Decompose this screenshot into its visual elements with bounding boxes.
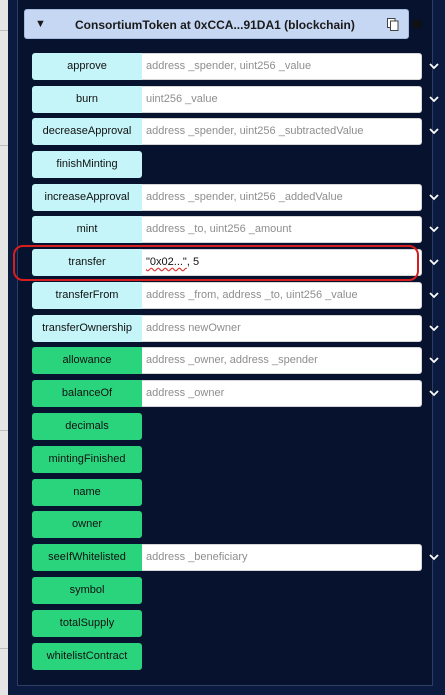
increaseApproval-args-input[interactable]: address _spender, uint256 _addedValue bbox=[142, 184, 422, 211]
mint-args-input[interactable]: address _to, uint256 _amount bbox=[142, 216, 422, 243]
chevron-down-icon[interactable] bbox=[427, 288, 441, 302]
function-row-increaseApproval: increaseApproval address _spender, uint25… bbox=[32, 184, 442, 211]
transferFrom-args-input[interactable]: address _from, address _to, uint256 _val… bbox=[142, 282, 422, 309]
balanceOf-args-input[interactable]: address _owner bbox=[142, 380, 422, 407]
collapse-caret-icon[interactable]: ▼ bbox=[35, 18, 46, 30]
function-row-symbol: symbol bbox=[32, 577, 442, 604]
function-row-name: name bbox=[32, 479, 442, 506]
seeIfWhitelisted-args-input[interactable]: address _beneficiary bbox=[142, 544, 422, 571]
allowance-button[interactable]: allowance bbox=[32, 347, 142, 374]
function-row-mint: mint address _to, uint256 _amount bbox=[32, 216, 442, 243]
totalSupply-button[interactable]: totalSupply bbox=[32, 610, 142, 637]
chevron-down-icon[interactable] bbox=[427, 124, 441, 138]
chevron-down-icon[interactable] bbox=[427, 386, 441, 400]
edge-line bbox=[0, 648, 8, 649]
decreaseApproval-button[interactable]: decreaseApproval bbox=[32, 118, 142, 145]
function-row-burn: burn uint256 _value bbox=[32, 86, 442, 113]
burn-args-input[interactable]: uint256 _value bbox=[142, 86, 422, 113]
increaseApproval-button[interactable]: increaseApproval bbox=[32, 184, 142, 211]
edge-line bbox=[0, 430, 8, 431]
decreaseApproval-args-input[interactable]: address _spender, uint256 _subtractedVal… bbox=[142, 118, 422, 145]
chevron-down-icon[interactable] bbox=[427, 59, 441, 73]
chevron-down-icon[interactable] bbox=[427, 190, 441, 204]
seeIfWhitelisted-button[interactable]: seeIfWhitelisted bbox=[32, 544, 142, 571]
chevron-down-icon[interactable] bbox=[427, 353, 441, 367]
transferOwnership-args-input[interactable]: address newOwner bbox=[142, 315, 422, 342]
symbol-button[interactable]: symbol bbox=[32, 577, 142, 604]
function-row-balanceOf: balanceOf address _owner bbox=[32, 380, 442, 407]
transferFrom-button[interactable]: transferFrom bbox=[32, 282, 142, 309]
function-row-whitelistContract: whitelistContract bbox=[32, 643, 442, 670]
input-value-amount: , 5 bbox=[186, 256, 200, 268]
balanceOf-button[interactable]: balanceOf bbox=[32, 380, 142, 407]
whitelistContract-button[interactable]: whitelistContract bbox=[32, 643, 142, 670]
approve-args-input[interactable]: address _spender, uint256 _value bbox=[142, 53, 422, 80]
function-row-transferFrom: transferFrom address _from, address _to, … bbox=[32, 282, 442, 309]
function-row-decreaseApproval: decreaseApproval address _spender, uint25… bbox=[32, 118, 442, 145]
function-row-totalSupply: totalSupply bbox=[32, 610, 442, 637]
background-window-edge bbox=[0, 0, 8, 695]
function-row-approve: approve address _spender, uint256 _value bbox=[32, 53, 442, 80]
transfer-args-input[interactable]: "0x02...", 5 bbox=[142, 249, 422, 276]
contract-instance-header[interactable]: ▼ ConsortiumToken at 0xCCA...91DA1 (bloc… bbox=[24, 9, 423, 39]
allowance-args-input[interactable]: address _owner, address _spender bbox=[142, 347, 422, 374]
name-button[interactable]: name bbox=[32, 479, 142, 506]
owner-button[interactable]: owner bbox=[32, 511, 142, 538]
chevron-down-icon[interactable] bbox=[427, 222, 441, 236]
function-row-seeIfWhitelisted: seeIfWhitelisted address _beneficiary bbox=[32, 544, 442, 571]
function-row-transferOwnership: transferOwnership address newOwner bbox=[32, 315, 442, 342]
function-row-finishMinting: finishMinting bbox=[32, 151, 442, 178]
close-icon[interactable]: ✖ bbox=[411, 16, 423, 33]
chevron-down-icon[interactable] bbox=[427, 550, 441, 564]
transferOwnership-button[interactable]: transferOwnership bbox=[32, 315, 142, 342]
burn-button[interactable]: burn bbox=[32, 86, 142, 113]
finishMinting-button[interactable]: finishMinting bbox=[32, 151, 142, 178]
chevron-down-icon[interactable] bbox=[427, 321, 441, 335]
chevron-down-icon[interactable] bbox=[427, 92, 441, 106]
mintingFinished-button[interactable]: mintingFinished bbox=[32, 446, 142, 473]
function-row-mintingFinished: mintingFinished bbox=[32, 446, 442, 473]
function-row-owner: owner bbox=[32, 511, 442, 538]
edge-line bbox=[0, 145, 8, 146]
edge-line bbox=[0, 30, 8, 31]
copy-icon[interactable] bbox=[387, 18, 399, 31]
decimals-button[interactable]: decimals bbox=[32, 413, 142, 440]
chevron-down-icon[interactable] bbox=[427, 255, 441, 269]
transfer-button[interactable]: transfer bbox=[32, 249, 142, 276]
mint-button[interactable]: mint bbox=[32, 216, 142, 243]
input-value-address: "0x02..." bbox=[146, 256, 187, 268]
function-row-allowance: allowance address _owner, address _spende… bbox=[32, 347, 442, 374]
contract-instance-title: ConsortiumToken at 0xCCA...91DA1 (blockc… bbox=[75, 18, 355, 32]
approve-button[interactable]: approve bbox=[32, 53, 142, 80]
function-row-transfer: transfer "0x02...", 5 bbox=[32, 249, 442, 276]
function-row-decimals: decimals bbox=[32, 413, 442, 440]
